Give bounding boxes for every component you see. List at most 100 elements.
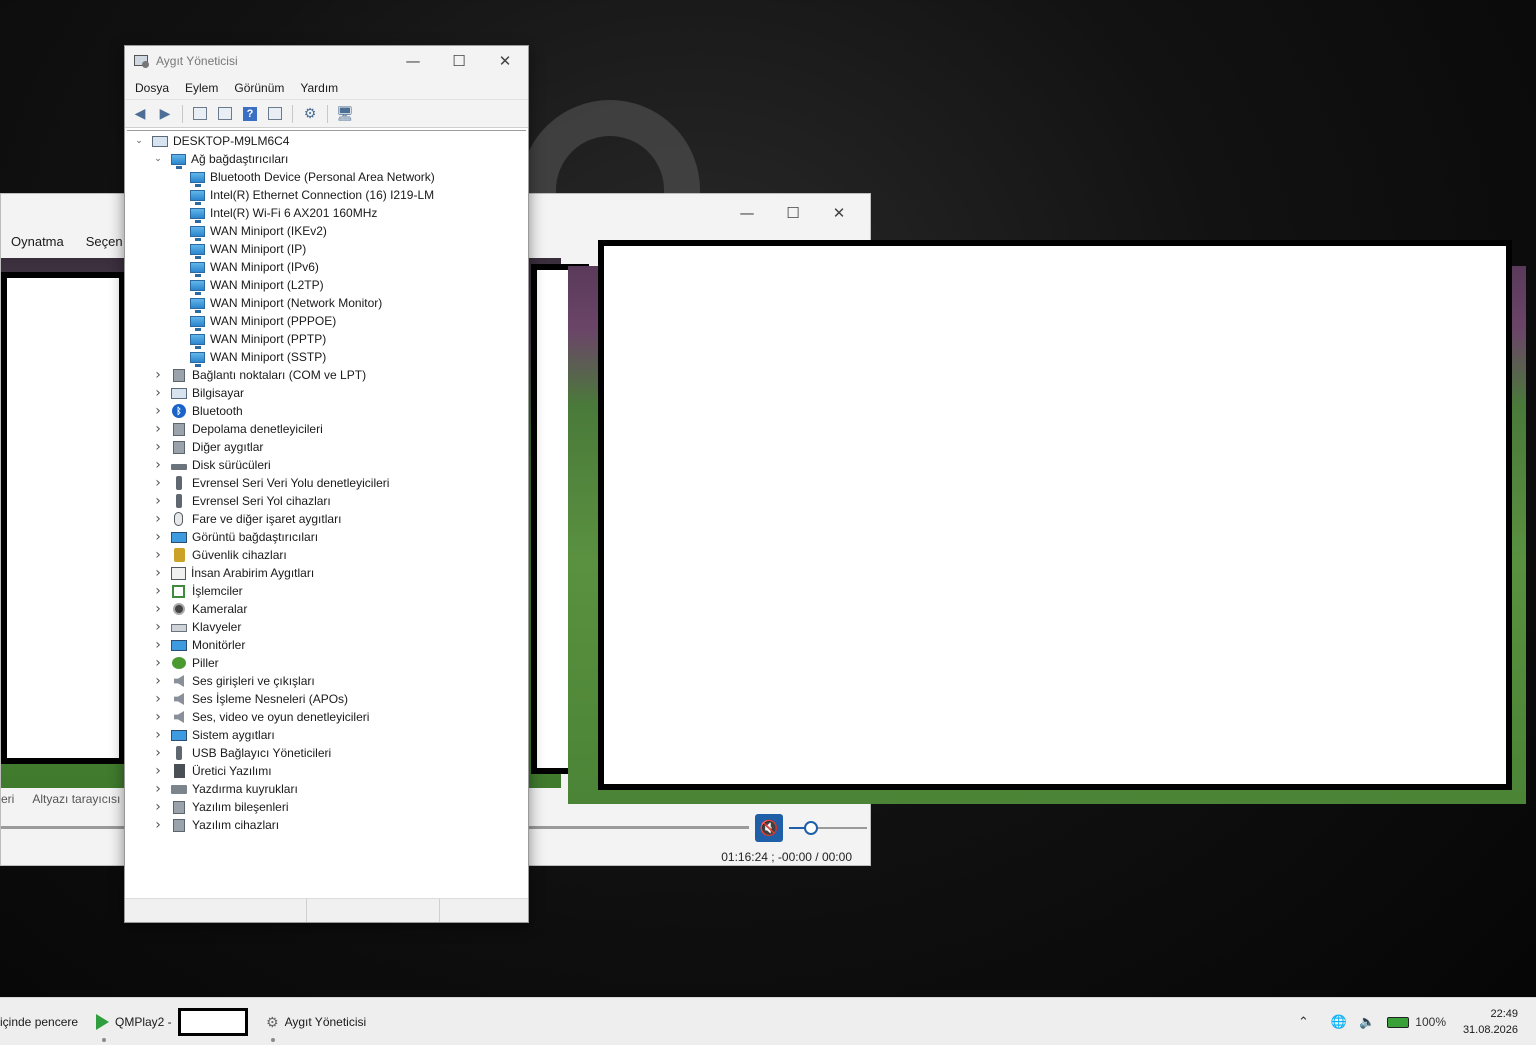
chevron-right-icon[interactable]: › [152, 529, 164, 545]
tree-group-network[interactable]: ⌄ Ağ bağdaştırıcıları [127, 150, 526, 169]
tree-category[interactable]: › Üretici Yazılımı [127, 762, 526, 780]
maximize-icon[interactable]: ☐ [436, 46, 482, 76]
chevron-right-icon[interactable]: › [152, 475, 164, 491]
chevron-right-icon[interactable]: › [152, 421, 164, 437]
taskbar-item-pip[interactable]: içinde pencere [0, 998, 78, 1045]
chevron-down-icon[interactable]: ⌄ [133, 135, 145, 147]
tree-item-network-adapter[interactable]: WAN Miniport (Network Monitor) [127, 294, 526, 313]
tree-category[interactable]: › Disk sürücüleri [127, 456, 526, 474]
tree-category[interactable]: › Evrensel Seri Yol cihazları [127, 492, 526, 510]
tree-item-network-adapter[interactable]: WAN Miniport (SSTP) [127, 348, 526, 367]
close-icon[interactable]: ✕ [482, 46, 528, 76]
tree-category[interactable]: › Yazılım cihazları [127, 816, 526, 834]
menu-action[interactable]: Eylem [185, 81, 226, 95]
chevron-right-icon[interactable]: › [152, 547, 164, 563]
tree-category[interactable]: › Sistem aygıtları [127, 726, 526, 744]
tree-category[interactable]: › Diğer aygıtlar [127, 438, 526, 456]
tree-item-network-adapter[interactable]: Intel(R) Ethernet Connection (16) I219-L… [127, 186, 526, 205]
maximize-icon[interactable]: ☐ [770, 200, 816, 226]
back-arrow-icon[interactable]: ◀ [129, 103, 151, 125]
chevron-right-icon[interactable]: › [152, 799, 164, 815]
tree-category[interactable]: › Fare ve diğer işaret aygıtları [127, 510, 526, 528]
tree-category[interactable]: › Ses, video ve oyun denetleyicileri [127, 708, 526, 726]
list-icon[interactable] [214, 103, 236, 125]
tree-category[interactable]: › Yazılım bileşenleri [127, 798, 526, 816]
chevron-right-icon[interactable]: › [152, 781, 164, 797]
update-driver-icon[interactable] [264, 103, 286, 125]
speaker-icon[interactable]: 🔈 [1359, 1015, 1375, 1030]
chevron-right-icon[interactable]: › [152, 655, 164, 671]
chevron-right-icon[interactable]: › [152, 601, 164, 617]
chevron-up-icon[interactable]: ⌃ [1298, 1015, 1309, 1030]
chevron-right-icon[interactable]: › [152, 511, 164, 527]
menu-view[interactable]: Görünüm [234, 81, 292, 95]
tree-root[interactable]: ⌄ DESKTOP-M9LM6C4 [127, 132, 526, 150]
tree-item-network-adapter[interactable]: WAN Miniport (PPPOE) [127, 312, 526, 331]
chevron-right-icon[interactable]: › [152, 763, 164, 779]
tree-item-network-adapter[interactable]: WAN Miniport (IPv6) [127, 258, 526, 277]
title-bar[interactable]: Aygıt Yöneticisi — ☐ ✕ [125, 46, 528, 76]
menu-playback[interactable]: Oynatma [11, 234, 64, 249]
tab-subtitle-browser[interactable]: Altyazı tarayıcısı [32, 792, 120, 806]
tree-category[interactable]: › USB Bağlayıcı Yöneticileri [127, 744, 526, 762]
scan-hardware-icon[interactable]: ⚙ [299, 103, 321, 125]
chevron-down-icon[interactable]: ⌄ [152, 153, 164, 165]
tree-category[interactable]: › Güvenlik cihazları [127, 546, 526, 564]
minimize-icon[interactable]: — [390, 46, 436, 76]
monitor-icon[interactable]: 🖥 [334, 103, 356, 125]
properties-icon[interactable] [189, 103, 211, 125]
menu-file[interactable]: Dosya [135, 81, 177, 95]
tree-category[interactable]: › Bilgisayar [127, 384, 526, 402]
tree-item-network-adapter[interactable]: Intel(R) Wi-Fi 6 AX201 160MHz [127, 204, 526, 223]
tree-item-network-adapter[interactable]: WAN Miniport (L2TP) [127, 276, 526, 295]
tree-category[interactable]: › Klavyeler [127, 618, 526, 636]
tree-category[interactable]: › Depolama denetleyicileri [127, 420, 526, 438]
chevron-right-icon[interactable]: › [152, 709, 164, 725]
menu-options[interactable]: Seçen [86, 234, 123, 249]
chevron-right-icon[interactable]: › [152, 385, 164, 401]
tree-category[interactable]: › Piller [127, 654, 526, 672]
tree-category[interactable]: › Monitörler [127, 636, 526, 654]
tree-category[interactable]: › İnsan Arabirim Aygıtları [127, 564, 526, 582]
chevron-right-icon[interactable]: › [152, 403, 164, 419]
tree-category[interactable]: › Ses girişleri ve çıkışları [127, 672, 526, 690]
close-icon[interactable]: ✕ [816, 200, 862, 226]
chevron-right-icon[interactable]: › [152, 619, 164, 635]
tree-category[interactable]: › İşlemciler [127, 582, 526, 600]
chevron-right-icon[interactable]: › [152, 673, 164, 689]
globe-icon[interactable]: 🌐 [1331, 1015, 1347, 1030]
muted-speaker-icon[interactable]: 🔇 [755, 814, 783, 842]
chevron-right-icon[interactable]: › [152, 439, 164, 455]
minimize-icon[interactable]: — [724, 200, 770, 226]
tree-category[interactable]: › Görüntü bağdaştırıcıları [127, 528, 526, 546]
fullscreen-video[interactable] [568, 240, 1526, 804]
tree-category[interactable]: › Bağlantı noktaları (COM ve LPT) [127, 366, 526, 384]
tree-category[interactable]: › Yazdırma kuyrukları [127, 780, 526, 798]
chevron-right-icon[interactable]: › [152, 691, 164, 707]
chevron-right-icon[interactable]: › [152, 493, 164, 509]
tree-item-network-adapter[interactable]: WAN Miniport (PPTP) [127, 330, 526, 349]
taskbar-item-device-manager[interactable]: ⚙ Aygıt Yöneticisi [266, 998, 366, 1045]
menu-help[interactable]: Yardım [300, 81, 346, 95]
help-icon[interactable]: ? [239, 103, 261, 125]
tree-item-network-adapter[interactable]: WAN Miniport (IKEv2) [127, 222, 526, 241]
chevron-right-icon[interactable]: › [152, 745, 164, 761]
chevron-right-icon[interactable]: › [152, 565, 164, 581]
chevron-right-icon[interactable]: › [152, 817, 164, 833]
tree-category[interactable]: › Kameralar [127, 600, 526, 618]
volume-slider-handle[interactable] [804, 821, 818, 835]
device-tree[interactable]: ⌄ DESKTOP-M9LM6C4 ⌄ Ağ bağdaştırıcıları … [127, 130, 526, 898]
forward-arrow-icon[interactable]: ▶ [154, 103, 176, 125]
tree-category[interactable]: › Evrensel Seri Veri Yolu denetleyicileri [127, 474, 526, 492]
chevron-right-icon[interactable]: › [152, 727, 164, 743]
tree-category[interactable]: › ᛒ Bluetooth [127, 402, 526, 420]
chevron-right-icon[interactable]: › [152, 457, 164, 473]
tree-category[interactable]: › Ses İşleme Nesneleri (APOs) [127, 690, 526, 708]
clock[interactable]: 22:49 31.08.2026 [1463, 1006, 1518, 1038]
tree-item-network-adapter[interactable]: Bluetooth Device (Personal Area Network) [127, 168, 526, 187]
chevron-right-icon[interactable]: › [152, 367, 164, 383]
taskbar-item-qmplay2[interactable]: QMPlay2 - [96, 998, 248, 1045]
chevron-right-icon[interactable]: › [152, 583, 164, 599]
chevron-right-icon[interactable]: › [152, 637, 164, 653]
device-manager-window[interactable]: Aygıt Yöneticisi — ☐ ✕ Dosya Eylem Görün… [124, 45, 529, 923]
